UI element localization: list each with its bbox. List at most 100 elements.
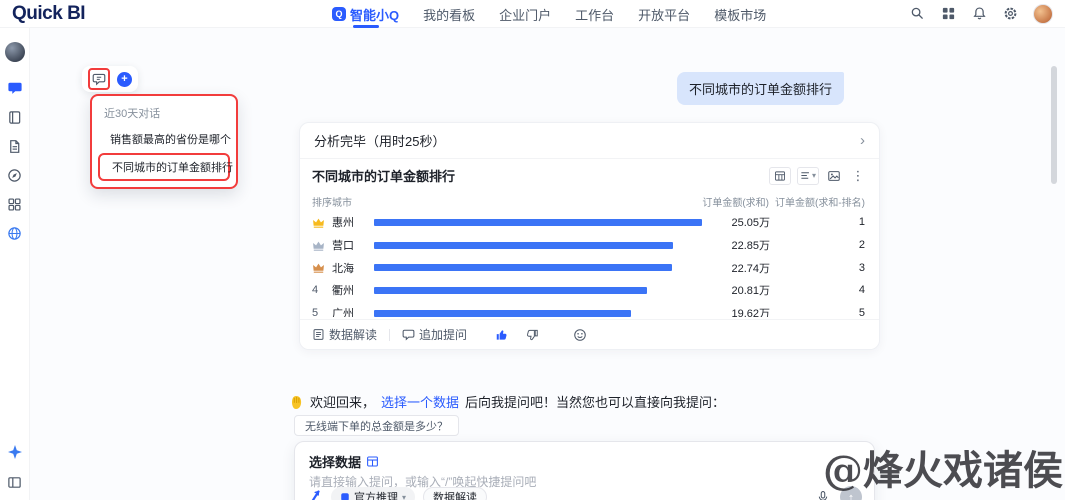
notebook-icon[interactable]	[7, 109, 23, 125]
main-nav: Q 智能小Q 我的看板 企业门户 工作台 开放平台 模板市场	[332, 0, 766, 28]
city-cell: 衢州	[332, 282, 374, 298]
amount-bar	[374, 310, 631, 317]
nav-tab-dashboards[interactable]: 我的看板	[423, 0, 475, 28]
apps-icon[interactable]	[7, 196, 23, 212]
table-row: 惠州25.05万1	[312, 211, 867, 234]
chart-card-body: 不同城市的订单金额排行 ▾ ⋮	[300, 159, 879, 317]
globe-icon[interactable]	[7, 225, 23, 241]
amount-bar	[374, 287, 647, 294]
welcome-suffix: 后向我提问吧！当然您也可以直接向我提问：	[465, 392, 725, 411]
medal-crown-icon	[312, 261, 325, 274]
bar-track	[374, 242, 708, 249]
bar-table-rows: 惠州25.05万1营口22.85万2北海22.74万34衢州20.81万45广州…	[312, 211, 867, 317]
rank-cell	[312, 261, 332, 274]
scrollbar-thumb[interactable]	[1051, 66, 1057, 184]
column-header-city: 城市	[332, 194, 374, 209]
input-toolbar: 官方推理 ▾ 数据解读 ↑	[307, 486, 862, 500]
apps-grid-icon[interactable]	[940, 6, 956, 22]
top-header: Quick BI Q 智能小Q 我的看板 企业门户 工作台 开放平台 模板市场	[0, 0, 1065, 28]
table-view-icon[interactable]	[769, 167, 791, 185]
column-header-amount: 订单金额(求和)	[702, 194, 769, 209]
data-explain-button[interactable]: 数据解读	[312, 326, 377, 343]
rank-cell: 5	[312, 307, 332, 317]
table-header-row: 排序 城市 订单金额(求和) 订单金额(求和-排名)	[312, 194, 867, 209]
settings-gear-icon[interactable]	[1002, 6, 1018, 22]
wave-hand-icon	[288, 394, 304, 410]
sidebar-avatar[interactable]	[5, 42, 25, 62]
rank-cell: 4	[312, 284, 332, 296]
sparkle-icon[interactable]	[7, 444, 23, 460]
select-data-label[interactable]: 选择数据	[309, 452, 361, 471]
xiaoq-icon: Q	[332, 7, 346, 21]
compass-icon[interactable]	[7, 167, 23, 183]
model-icon	[340, 492, 350, 500]
send-button[interactable]: ↑	[840, 486, 862, 500]
nav-tab-label: 智能小Q	[350, 5, 399, 24]
bar-track	[374, 310, 708, 317]
quick-bi-logo: Quick BI	[12, 3, 85, 25]
nav-tab-label: 我的看板	[423, 5, 475, 24]
history-popup-title: 近30天对话	[98, 102, 230, 127]
layout-panel-icon[interactable]	[7, 474, 23, 490]
chat-bubble-icon	[402, 328, 415, 341]
analysis-status-text: 分析完毕（用时25秒）	[314, 131, 445, 150]
history-item-label: 销售额最高的省份是哪个	[110, 131, 231, 147]
model-selector-label: 官方推理	[354, 489, 398, 500]
bar-track	[374, 219, 708, 226]
microphone-icon[interactable]	[814, 488, 832, 500]
divider	[389, 329, 390, 341]
more-options-icon[interactable]: ⋮	[849, 167, 867, 185]
model-selector-dropdown[interactable]: 官方推理 ▾	[331, 487, 415, 500]
amount-rank-cell: 4	[770, 284, 867, 296]
nav-tab-workspace[interactable]: 工作台	[575, 0, 614, 28]
quick-command-icon[interactable]	[307, 489, 323, 500]
medal-crown-icon	[312, 239, 325, 252]
chat-icon[interactable]	[7, 80, 23, 96]
amount-rank-cell: 2	[770, 239, 867, 251]
amount-cell: 25.05万	[708, 214, 770, 230]
thumbs-down-icon[interactable]	[523, 326, 541, 344]
amount-cell: 20.81万	[708, 282, 770, 298]
rank-cell	[312, 216, 332, 229]
user-avatar[interactable]	[1033, 4, 1053, 24]
amount-bar	[374, 242, 673, 249]
table-row: 5广州19.62万5	[312, 302, 867, 317]
nav-tab-label: 模板市场	[714, 5, 766, 24]
thumbs-up-icon[interactable]	[493, 326, 511, 344]
highlight-annotation: 不同城市的订单金额排行	[98, 153, 230, 181]
bar-track	[374, 264, 708, 271]
left-sidebar	[0, 28, 30, 500]
city-cell: 北海	[332, 260, 374, 276]
follow-up-label: 追加提问	[419, 326, 467, 343]
nav-tab-label: 工作台	[575, 5, 614, 24]
chevron-right-icon[interactable]: ›	[860, 133, 865, 148]
history-chat-icon[interactable]	[91, 71, 107, 87]
search-icon[interactable]	[909, 6, 925, 22]
amount-cell: 22.74万	[708, 260, 770, 276]
history-item[interactable]: 不同城市的订单金额排行	[100, 155, 228, 179]
select-data-link[interactable]: 选择一个数据	[381, 392, 459, 411]
amount-bar	[374, 219, 702, 226]
data-explain-toggle[interactable]: 数据解读	[423, 487, 487, 500]
history-item[interactable]: 销售额最高的省份是哪个	[98, 127, 230, 151]
nav-tab-smart-q[interactable]: Q 智能小Q	[332, 0, 399, 28]
feedback-smiley-icon[interactable]	[571, 326, 589, 344]
amount-rank-cell: 5	[770, 307, 867, 317]
nav-tab-template-market[interactable]: 模板市场	[714, 0, 766, 28]
caret-down-icon: ▾	[402, 493, 406, 500]
new-conversation-button[interactable]: +	[117, 72, 132, 87]
notification-bell-icon[interactable]	[971, 6, 987, 22]
export-image-icon[interactable]	[825, 167, 843, 185]
amount-bar	[374, 264, 672, 271]
question-input-panel: 选择数据 官方推理 ▾ 数据解读 ↑	[294, 441, 875, 500]
follow-up-question-button[interactable]: 追加提问	[402, 326, 467, 343]
table-row: 北海22.74万3	[312, 256, 867, 279]
table-row: 营口22.85万2	[312, 234, 867, 257]
nav-tab-portal[interactable]: 企业门户	[499, 0, 551, 28]
nav-tab-open-platform[interactable]: 开放平台	[638, 0, 690, 28]
analysis-status-row: 分析完毕（用时25秒） ›	[300, 123, 879, 159]
suggested-question-chip[interactable]: 无线端下单的总金额是多少？	[294, 415, 459, 436]
select-data-icon	[366, 455, 379, 468]
chart-type-dropdown-icon[interactable]: ▾	[797, 167, 819, 185]
document-icon[interactable]	[7, 138, 23, 154]
